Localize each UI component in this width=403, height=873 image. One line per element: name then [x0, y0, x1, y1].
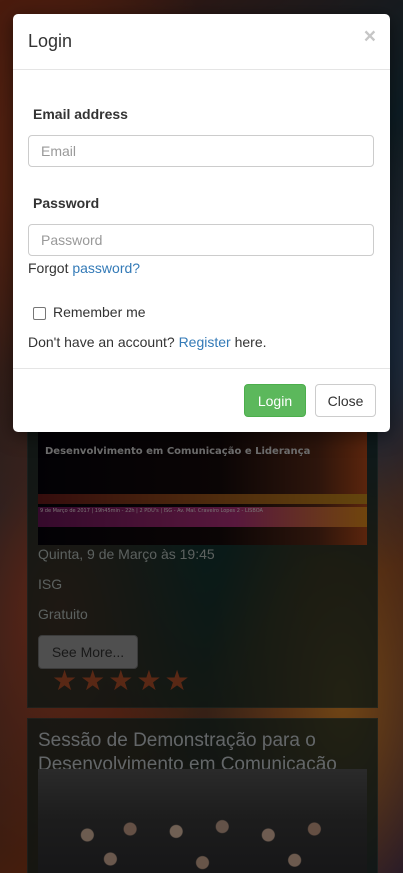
- register-suffix: here.: [234, 334, 267, 350]
- modal-footer: Login Close: [13, 368, 390, 433]
- event-poster: Desenvolvimento em Comunicação e Lideran…: [38, 429, 367, 545]
- star-icon: ★: [108, 665, 134, 696]
- event-title[interactable]: Sessão de Demonstração para o Desenvolvi…: [38, 729, 358, 777]
- rating-stars: ★ ★ ★ ★ ★: [52, 667, 190, 695]
- forgot-prefix: Forgot: [28, 260, 69, 276]
- remember-me-label[interactable]: Remember me: [53, 304, 146, 320]
- star-icon: ★: [52, 665, 78, 696]
- event-price: Gratuito: [38, 606, 88, 622]
- email-label: Email address: [33, 106, 128, 122]
- event-card: Desenvolvimento em Comunicação e Lideran…: [27, 410, 378, 708]
- poster-details: 9 de Março de 2017 | 19h45min - 22h | 2 …: [40, 508, 263, 514]
- password-label: Password: [33, 195, 100, 211]
- star-icon: ★: [136, 665, 162, 696]
- event-card: Sessão de Demonstração para o Desenvolvi…: [27, 718, 378, 873]
- event-photo: [38, 769, 367, 873]
- remember-me-checkbox[interactable]: [33, 307, 46, 320]
- star-icon: ★: [80, 665, 106, 696]
- poster-band: [38, 494, 367, 504]
- forgot-password-link[interactable]: password?: [72, 260, 140, 276]
- event-location: ISG: [38, 576, 63, 592]
- register-text: Don't have an account? Register here.: [28, 334, 267, 350]
- password-input[interactable]: [28, 224, 374, 256]
- login-modal: Login × Email address Password Forgot pa…: [13, 14, 390, 432]
- close-icon[interactable]: ×: [364, 25, 376, 49]
- close-button[interactable]: Close: [315, 384, 376, 417]
- modal-header: Login ×: [13, 14, 390, 70]
- poster-band: [38, 507, 367, 527]
- see-more-button[interactable]: See More...: [38, 635, 138, 669]
- star-icon: ★: [164, 665, 190, 696]
- poster-title: Desenvolvimento em Comunicação e Lideran…: [45, 446, 311, 457]
- modal-title: Login: [28, 31, 73, 51]
- register-prefix: Don't have an account?: [28, 334, 175, 350]
- register-link[interactable]: Register: [179, 334, 231, 350]
- login-button[interactable]: Login: [244, 384, 306, 417]
- event-date: Quinta, 9 de Março às 19:45: [38, 546, 215, 562]
- email-input[interactable]: [28, 135, 374, 167]
- forgot-password-text: Forgot password?: [28, 260, 140, 276]
